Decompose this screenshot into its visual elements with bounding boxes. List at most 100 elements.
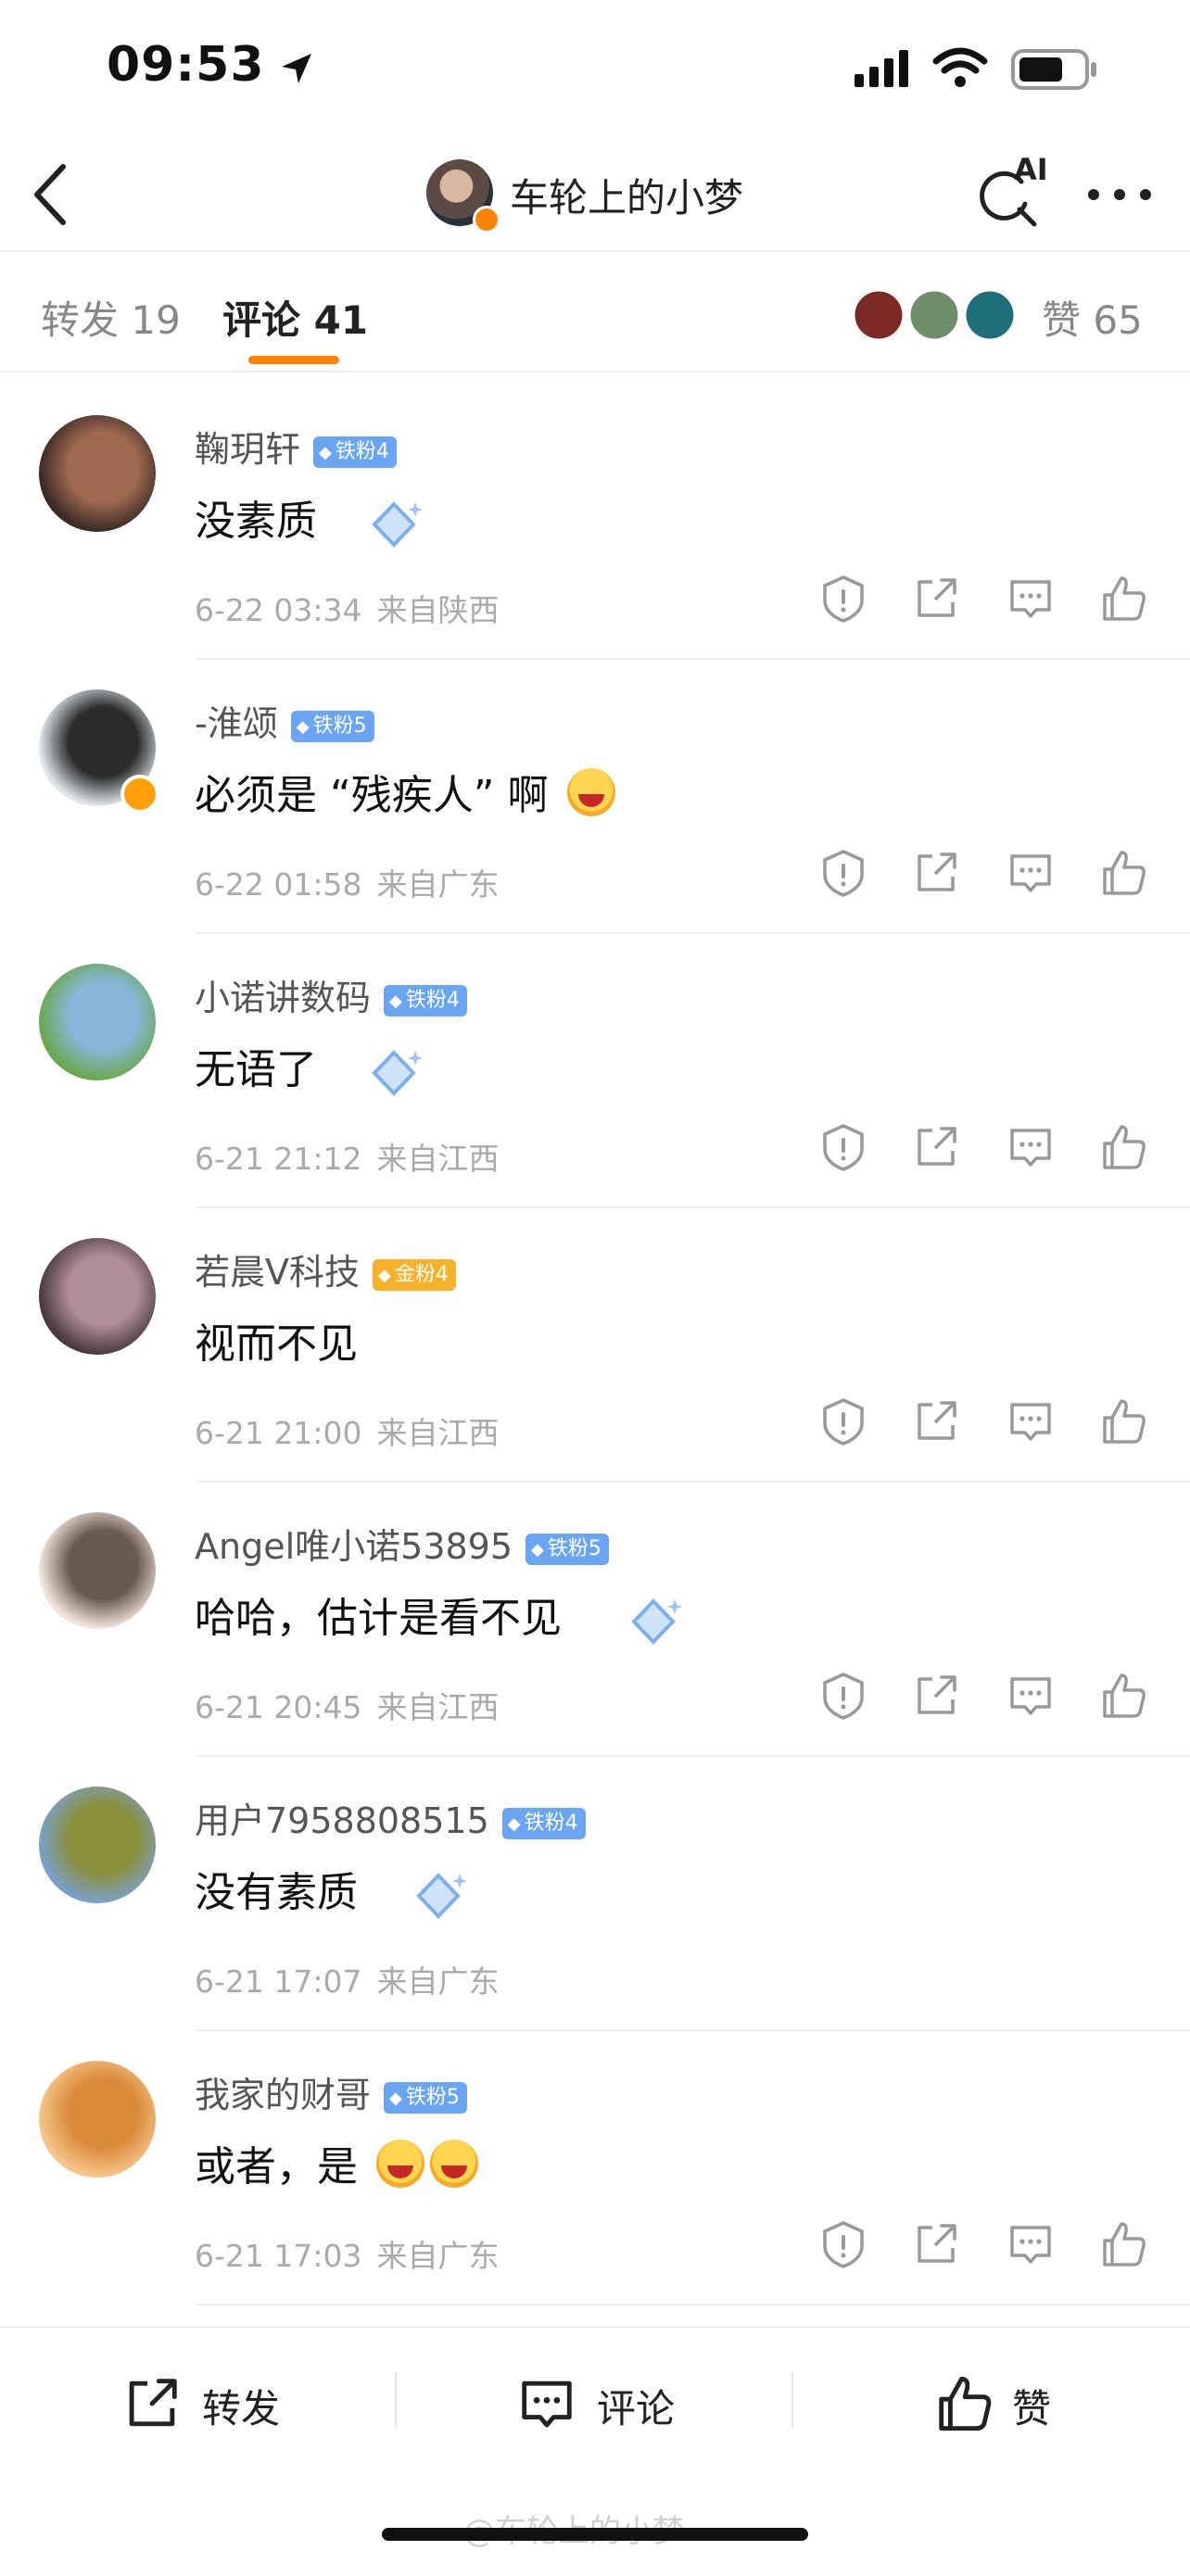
like-icon[interactable] xyxy=(1097,573,1149,625)
comment-item[interactable]: 用户7958808515 铁粉4 没有素质 6-21 17:07 来自广东 xyxy=(0,1759,1190,2031)
comment-divider xyxy=(195,2304,1190,2305)
reply-icon[interactable] xyxy=(1005,573,1057,625)
comment-meta: 6-22 01:58 来自广东 xyxy=(195,860,500,904)
commenter-avatar[interactable] xyxy=(39,415,156,532)
comment-item[interactable]: Angel唯小诺53895 铁粉5 哈哈，估计是看不见 6-21 20:45 来自江… xyxy=(0,1484,1190,1757)
comment-item[interactable]: -淮颂铁粉5 必须是 “残疾人” 啊 6-22 01:58 来自广东 xyxy=(0,662,1190,934)
active-tab-indicator xyxy=(248,356,339,364)
tab-divider xyxy=(0,371,1190,373)
comment-text-content: 视而不见 xyxy=(195,1320,358,1368)
report-icon[interactable] xyxy=(817,1121,869,1173)
fan-badge[interactable]: 金粉4 xyxy=(373,1259,456,1291)
report-icon[interactable] xyxy=(817,1670,869,1722)
ai-search-button[interactable]: AI xyxy=(973,152,1048,232)
commenter-avatar[interactable] xyxy=(39,2061,156,2178)
commenter-avatar[interactable] xyxy=(39,964,156,1080)
comment-button[interactable]: 评论 xyxy=(515,2367,719,2441)
like-icon[interactable] xyxy=(1097,847,1149,899)
liker-avatars[interactable] xyxy=(851,287,1018,343)
more-icon[interactable] xyxy=(1082,176,1157,213)
like-button[interactable]: 赞 xyxy=(932,2367,1099,2441)
comment-text-content: 必须是 “残疾人” 啊 xyxy=(195,772,549,819)
reply-icon[interactable] xyxy=(1005,1670,1057,1722)
commenter-name-text[interactable]: Angel唯小诺53895 xyxy=(195,1526,513,1567)
share-icon[interactable] xyxy=(910,573,962,625)
reply-icon[interactable] xyxy=(1005,1121,1057,1173)
comment-date: 6-21 21:12 xyxy=(195,1141,362,1177)
comment-icon xyxy=(522,2380,572,2428)
tab-likes[interactable]: 赞 65 xyxy=(1042,289,1143,346)
tab-repost[interactable]: 转发 19 xyxy=(41,289,181,346)
commenter-name-text[interactable]: 我家的财哥 xyxy=(195,2075,371,2115)
reply-icon[interactable] xyxy=(1005,847,1057,899)
reply-icon[interactable] xyxy=(1005,2218,1057,2270)
author-name[interactable]: 车轮上的小梦 xyxy=(510,167,743,223)
comment-text: 视而不见 xyxy=(195,1310,358,1370)
report-icon[interactable] xyxy=(817,1395,869,1447)
commenter-name-text[interactable]: -淮颂 xyxy=(195,703,278,744)
fan-badge[interactable]: 铁粉5 xyxy=(525,1534,609,1565)
comment-meta: 6-21 17:07 来自广东 xyxy=(195,1957,500,2001)
fan-badge[interactable]: 铁粉4 xyxy=(501,1808,586,1839)
commenter-avatar[interactable] xyxy=(39,1238,156,1355)
commenter-avatar[interactable] xyxy=(39,1512,156,1629)
fan-badge[interactable]: 铁粉4 xyxy=(384,985,467,1017)
share-icon[interactable] xyxy=(910,2218,962,2270)
comment-item[interactable]: 鞠玥轩铁粉4 没素质 6-22 03:34 来自陕西 xyxy=(0,387,1190,660)
share-icon[interactable] xyxy=(910,1670,962,1722)
commenter-name[interactable]: 用户7958808515 铁粉4 xyxy=(195,1792,586,1843)
commenter-name-text[interactable]: 用户7958808515 xyxy=(195,1800,489,1841)
report-icon[interactable] xyxy=(817,847,869,899)
commenter-name-text[interactable]: 若晨Ⅴ科技 xyxy=(195,1252,360,1293)
laughing-emoji xyxy=(566,768,615,816)
comment-date: 6-22 01:58 xyxy=(195,866,362,903)
fan-badge[interactable]: 铁粉5 xyxy=(290,711,374,742)
comment-date: 6-21 17:07 xyxy=(195,1964,362,2000)
status-time: 09:53 xyxy=(107,37,265,93)
location-arrow-icon xyxy=(282,54,311,83)
share-icon[interactable] xyxy=(910,1121,962,1173)
like-icon[interactable] xyxy=(1097,1121,1149,1173)
ai-label: AI xyxy=(1014,152,1048,187)
commenter-name-text[interactable]: 小诺讲数码 xyxy=(195,978,371,1018)
home-indicator[interactable] xyxy=(382,2528,808,2541)
comment-item[interactable]: 若晨Ⅴ科技金粉4 视而不见 6-21 21:00 来自江西 xyxy=(0,1210,1190,1483)
comment-text-content: 无语了 xyxy=(195,1046,317,1093)
commenter-name[interactable]: -淮颂铁粉5 xyxy=(195,695,374,746)
reply-icon[interactable] xyxy=(1005,1395,1057,1447)
repost-button[interactable]: 转发 xyxy=(120,2367,324,2441)
fan-badge[interactable]: 铁粉4 xyxy=(313,436,397,468)
commenter-avatar[interactable] xyxy=(39,1787,156,1903)
like-icon[interactable] xyxy=(1097,2218,1149,2270)
comment-text: 或者，是 xyxy=(195,2133,478,2192)
comment-text: 无语了 xyxy=(195,1036,317,1095)
comment-location: 来自陕西 xyxy=(376,592,500,628)
commenter-name[interactable]: 我家的财哥铁粉5 xyxy=(195,2066,467,2117)
report-icon[interactable] xyxy=(817,2218,869,2270)
commenter-name-text[interactable]: 鞠玥轩 xyxy=(195,429,300,470)
commenter-name[interactable]: Angel唯小诺53895 铁粉5 xyxy=(195,1518,609,1569)
comment-item[interactable]: 我家的财哥铁粉5 或者，是 6-21 17:03 来自广东 xyxy=(0,2033,1190,2305)
commenter-name[interactable]: 若晨Ⅴ科技金粉4 xyxy=(195,1244,456,1294)
comment-location: 来自江西 xyxy=(376,1141,500,1177)
like-icon[interactable] xyxy=(1097,1670,1149,1722)
comment-location: 来自江西 xyxy=(376,1689,500,1725)
tab-comment[interactable]: 评论 41 xyxy=(222,289,368,346)
repost-icon xyxy=(129,2379,177,2427)
post-header: 车轮上的小梦 AI xyxy=(0,139,1190,250)
comment-item[interactable]: 小诺讲数码铁粉4 无语了 6-21 21:12 来自江西 xyxy=(0,936,1190,1208)
comment-divider xyxy=(195,1755,1190,1757)
back-arrow-icon[interactable] xyxy=(26,159,78,230)
tears-of-joy-emoji xyxy=(376,2140,424,2188)
commenter-name[interactable]: 小诺讲数码铁粉4 xyxy=(195,969,467,1020)
commenter-name[interactable]: 鞠玥轩铁粉4 xyxy=(195,421,397,472)
comment-meta: 6-21 17:03 来自广东 xyxy=(195,2231,500,2276)
share-icon[interactable] xyxy=(910,847,962,899)
thumbs-up-icon xyxy=(939,2376,992,2431)
comment-meta: 6-21 20:45 来自江西 xyxy=(195,1683,500,1727)
comment-date: 6-21 17:03 xyxy=(195,2238,362,2274)
report-icon[interactable] xyxy=(817,573,869,625)
fan-badge[interactable]: 铁粉5 xyxy=(384,2082,467,2114)
share-icon[interactable] xyxy=(910,1395,962,1447)
like-icon[interactable] xyxy=(1097,1395,1149,1447)
